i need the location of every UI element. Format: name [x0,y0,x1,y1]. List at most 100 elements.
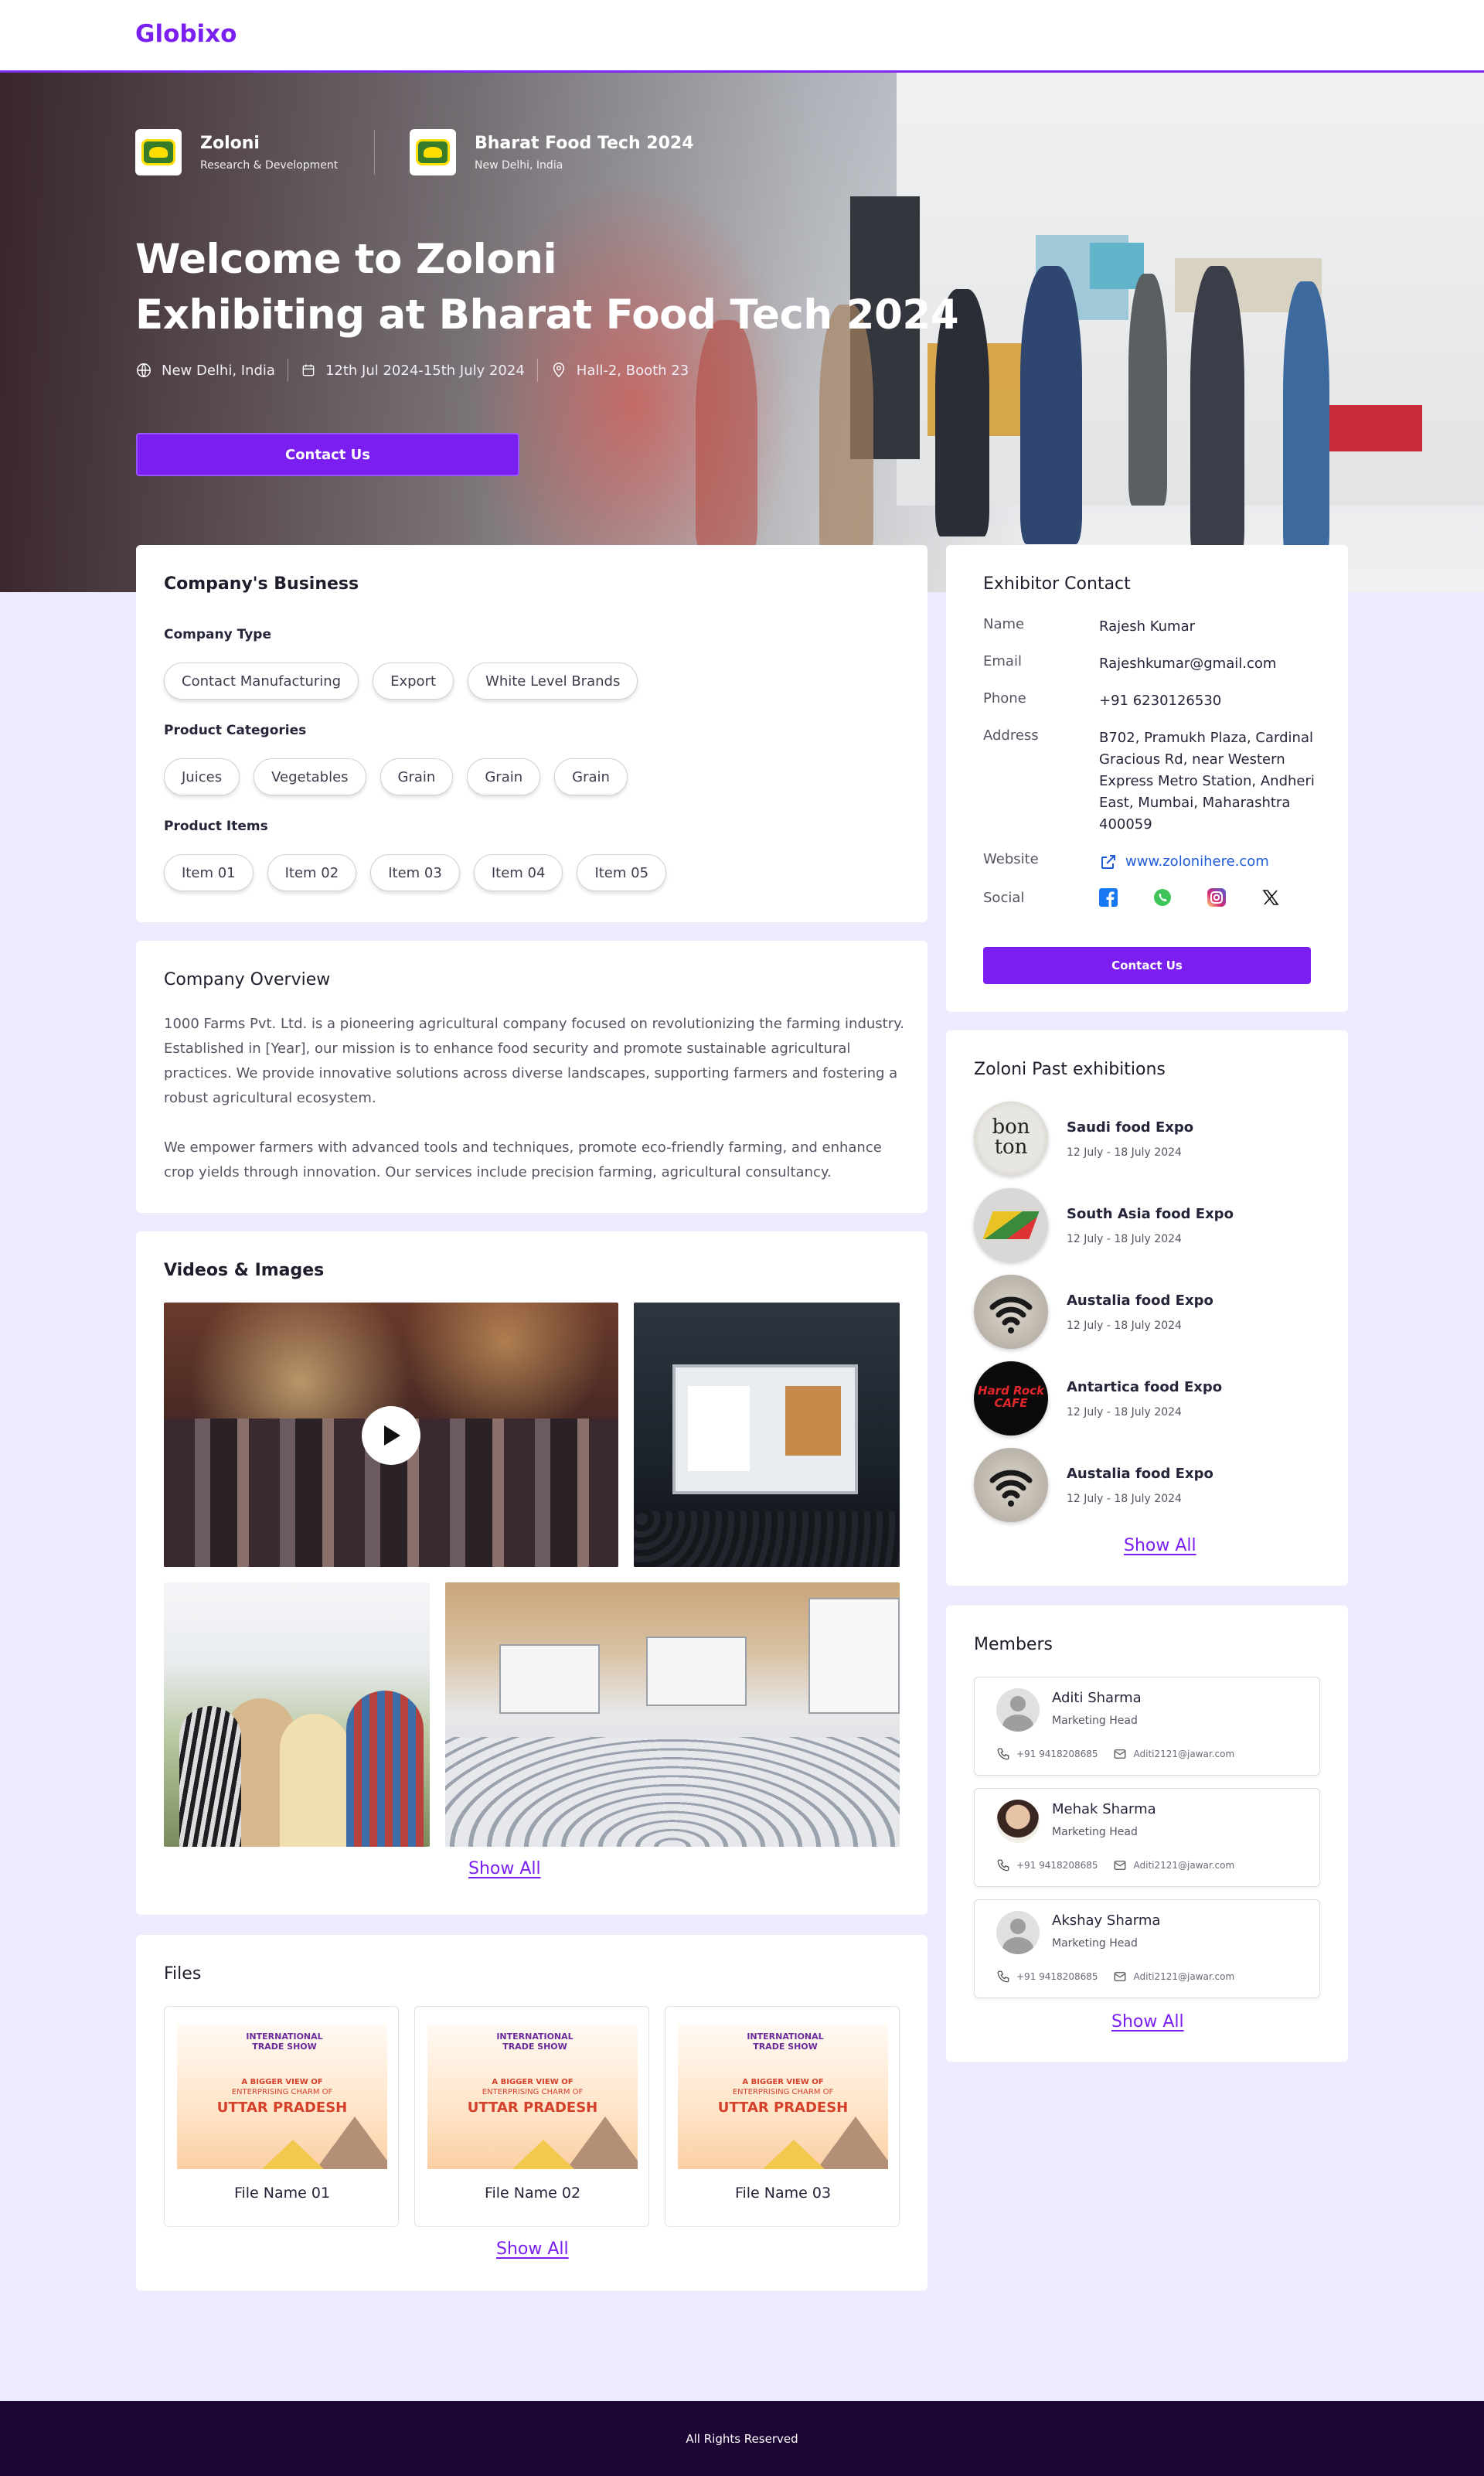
play-button[interactable] [362,1406,420,1465]
member-email[interactable]: Aditi2121@jawar.com [1134,1860,1235,1871]
media-show-all-link[interactable]: Show All [468,1859,541,1878]
facebook-icon[interactable] [1099,888,1118,907]
exhibition-item[interactable]: Austalia food Expo 12 July - 18 July 2024 [974,1275,1213,1349]
overview-paragraph-2: We empower farmers with advanced tools a… [164,1139,882,1180]
chip-product-category[interactable]: Grain [554,758,628,795]
file-thumbnail: INTERNATIONAL TRADE SHOW A BIGGER VIEW O… [678,2024,888,2169]
contact-phone-row: Phone +91 6230126530 [983,690,1316,712]
contact-us-button[interactable]: Contact Us [983,947,1311,984]
footer-text: All Rights Reserved [686,2431,798,2446]
contact-phone-value[interactable]: +91 6230126530 [1099,690,1316,712]
chip-product-category[interactable]: Vegetables [254,758,366,795]
member-avatar [996,1688,1040,1732]
member-phone[interactable]: +91 9418208685 [1016,1860,1098,1871]
mail-icon [1114,1749,1125,1759]
overview-title: Company Overview [164,970,331,989]
exhibition-name: Antartica food Expo [1067,1378,1223,1395]
company-logo [135,129,182,175]
chip-company-type[interactable]: Export [373,662,454,700]
contact-email-value[interactable]: Rajeshkumar@gmail.com [1099,653,1316,675]
chip-company-type[interactable]: Contact Manufacturing [164,662,359,700]
chip-product-item[interactable]: Item 03 [370,854,460,891]
file-card[interactable]: INTERNATIONAL TRADE SHOW A BIGGER VIEW O… [164,2006,399,2227]
contact-name-row: Name Rajesh Kumar [983,616,1316,638]
member-email[interactable]: Aditi2121@jawar.com [1134,1749,1235,1759]
hero-title-line1: Welcome to Zoloni [135,236,557,283]
instagram-icon[interactable] [1207,888,1226,907]
external-link-icon [1101,855,1115,869]
play-icon [384,1425,400,1446]
image-festival[interactable] [164,1582,430,1847]
contact-website-link[interactable]: www.zolonihere.com [1125,851,1269,873]
chip-product-item[interactable]: Item 05 [577,854,667,891]
member-phone[interactable]: +91 9418208685 [1016,1749,1098,1759]
files-show-all-link[interactable]: Show All [496,2239,569,2259]
files-card: Files INTERNATIONAL TRADE SHOW A BIGGER … [136,1935,928,2290]
globe-icon [137,363,151,377]
product-categories-label: Product Categories [164,723,307,738]
hero-event-tag: Bharat Food Tech 2024 New Delhi, India [410,128,694,176]
file-card[interactable]: INTERNATIONAL TRADE SHOW A BIGGER VIEW O… [665,2006,900,2227]
contact-name-label: Name [983,616,1025,632]
member-role: Marketing Head [1052,1937,1138,1950]
overview-paragraph-1: 1000 Farms Pvt. Ltd. is a pioneering agr… [164,1016,904,1106]
exhibition-logo [974,1275,1048,1349]
file-name: File Name 02 [484,2185,581,2202]
member-phone[interactable]: +91 9418208685 [1016,1971,1098,1982]
members-show-all-link[interactable]: Show All [1111,2012,1184,2032]
top-navbar: Globixo [0,0,1484,73]
chip-product-category[interactable]: Juices [164,758,240,795]
exhibition-date: 12 July - 18 July 2024 [1067,1405,1182,1419]
member-card[interactable]: Mehak Sharma Marketing Head +91 94182086… [974,1788,1320,1887]
company-sub: Research & Development [200,158,339,172]
whatsapp-icon[interactable] [1153,888,1172,907]
hero-contact-button[interactable]: Contact Us [136,433,519,476]
member-avatar [996,1911,1040,1954]
x-icon[interactable] [1261,888,1280,907]
exhibition-item[interactable]: bon ton Saudi food Expo 12 July - 18 July… [974,1102,1193,1176]
exhibition-name: Austalia food Expo [1067,1465,1213,1482]
chip-product-category[interactable]: Grain [380,758,454,795]
member-card[interactable]: Akshay Sharma Marketing Head +91 9418208… [974,1899,1320,1998]
chip-product-item[interactable]: Item 04 [473,854,563,891]
chip-product-item[interactable]: Item 01 [164,854,254,891]
members-card: Members Aditi Sharma Marketing Head +91 … [946,1606,1348,2062]
exhibition-item[interactable]: South Asia food Expo 12 July - 18 July 20… [974,1188,1234,1262]
exhibitor-contact-card: Exhibitor Contact Name Rajesh Kumar Email… [946,545,1348,1012]
image-presentation[interactable] [634,1303,900,1567]
image-conference-hall[interactable] [445,1582,900,1847]
chip-product-category[interactable]: Grain [467,758,541,795]
hero-location: New Delhi, India [162,362,275,379]
hero-dates: 12th Jul 2024-15th July 2024 [325,362,525,379]
member-name: Akshay Sharma [1052,1912,1161,1929]
exhibition-item[interactable]: Austalia food Expo 12 July - 18 July 2024 [974,1448,1213,1522]
event-sub: New Delhi, India [475,158,563,172]
exhibition-logo: Hard Rock CAFE [974,1361,1048,1436]
phone-icon [997,1970,1009,1983]
files-title: Files [164,1964,202,1984]
chip-product-item[interactable]: Item 02 [267,854,357,891]
contact-social-row: Social [983,888,1316,907]
media-card: Videos & Images Show All [136,1231,928,1915]
member-contact-row: +91 9418208685 Aditi2121@jawar.com [996,1747,1234,1761]
member-role: Marketing Head [1052,1826,1138,1838]
hero-title-line2: Exhibiting at Bharat Food Tech 2024 [135,291,959,339]
exhibition-item[interactable]: Hard Rock CAFE Antartica food Expo 12 Jul… [974,1361,1222,1436]
video-thumbnail[interactable] [164,1303,618,1567]
file-card[interactable]: INTERNATIONAL TRADE SHOW A BIGGER VIEW O… [414,2006,649,2227]
contact-title: Exhibitor Contact [983,574,1131,594]
contact-website-row: Website www.zolonihere.com [983,851,1316,873]
exhibitions-show-all-link[interactable]: Show All [1124,1536,1196,1555]
hero-banner: Zoloni Research & Development Bharat Foo… [0,73,1484,592]
chip-company-type[interactable]: White Level Brands [468,662,638,700]
exhibition-date: 12 July - 18 July 2024 [1067,1492,1182,1505]
overview-card: Company Overview 1000 Farms Pvt. Ltd. is… [136,941,928,1213]
company-name: Zoloni [200,133,260,153]
member-email[interactable]: Aditi2121@jawar.com [1134,1971,1235,1982]
product-item-chips: Item 01 Item 02 Item 03 Item 04 Item 05 [164,854,667,891]
member-card[interactable]: Aditi Sharma Marketing Head +91 94182086… [974,1677,1320,1776]
contact-phone-label: Phone [983,690,1026,707]
past-exhibitions-card: Zoloni Past exhibitions bon ton Saudi fo… [946,1030,1348,1585]
brand-logo[interactable]: Globixo [135,20,237,48]
member-contact-row: +91 9418208685 Aditi2121@jawar.com [996,1858,1234,1872]
